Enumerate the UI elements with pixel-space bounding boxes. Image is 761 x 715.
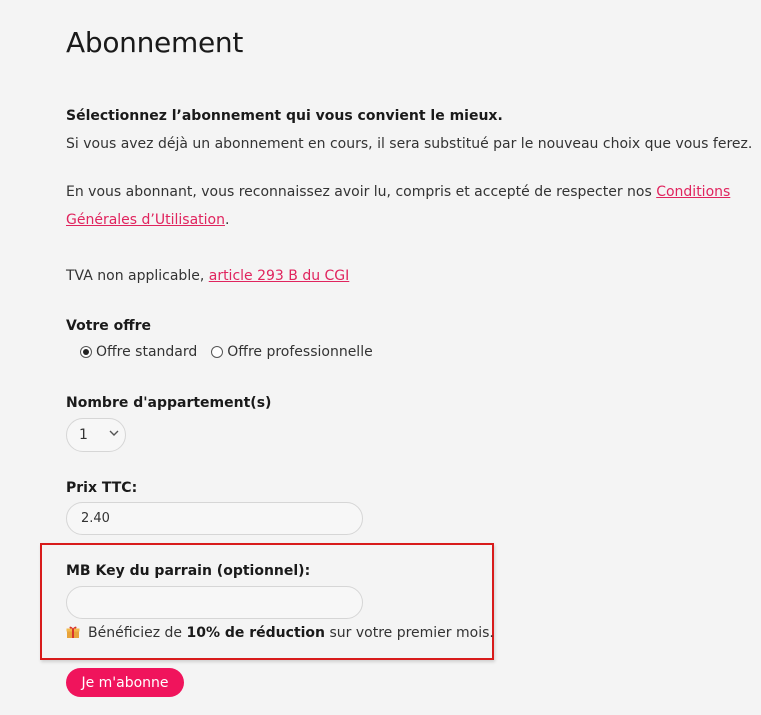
price-field[interactable]: 2.40 (66, 502, 363, 535)
apartments-selected-value: 1 (79, 427, 88, 443)
referral-note-prefix: Bénéficiez de (88, 625, 187, 641)
chevron-down-icon (109, 428, 119, 441)
price-value: 2.40 (81, 511, 110, 526)
terms-paragraph-line2: Générales d’Utilisation. (66, 210, 229, 230)
referral-note-discount: 10% de réduction (186, 625, 326, 641)
page-title: Abonnement (66, 26, 244, 59)
tva-note: TVA non applicable, article 293 B du CGI (66, 266, 349, 286)
terms-paragraph-line1: En vous abonnant, vous reconnaissez avoi… (66, 182, 730, 202)
referral-label: MB Key du parrain (optionnel): (66, 563, 311, 579)
tva-prefix: TVA non applicable, (66, 268, 209, 284)
terms-prefix: En vous abonnant, vous reconnaissez avoi… (66, 184, 657, 200)
referral-discount-note: Bénéficiez de 10% de réduction sur votre… (66, 623, 494, 643)
referral-note-suffix: sur votre premier mois. (325, 625, 494, 641)
apartments-select[interactable]: 1 (66, 418, 126, 452)
intro-heading: Sélectionnez l’abonnement qui vous convi… (66, 108, 503, 124)
terms-link[interactable]: Conditions (656, 184, 730, 200)
terms-link-continued[interactable]: Générales d’Utilisation (66, 212, 225, 228)
gift-icon (66, 625, 80, 639)
subscribe-button[interactable]: Je m'abonne (66, 668, 184, 697)
offer-radio-group: Offre standard Offre professionnelle (80, 344, 373, 360)
tva-link[interactable]: article 293 B du CGI (209, 268, 350, 284)
subscription-page: Abonnement Sélectionnez l’abonnement qui… (0, 0, 761, 715)
price-label: Prix TTC: (66, 480, 138, 496)
radio-label-offre-standard[interactable]: Offre standard (96, 344, 197, 360)
radio-label-offre-professionnelle[interactable]: Offre professionnelle (227, 344, 372, 360)
radio-offre-standard[interactable] (80, 346, 92, 358)
apartments-label: Nombre d'appartement(s) (66, 395, 272, 411)
intro-substitution-note: Si vous avez déjà un abonnement en cours… (66, 136, 753, 152)
referral-key-input[interactable] (66, 586, 363, 619)
offer-label: Votre offre (66, 318, 152, 334)
terms-suffix: . (224, 212, 230, 228)
radio-offre-professionnelle[interactable] (211, 346, 224, 358)
